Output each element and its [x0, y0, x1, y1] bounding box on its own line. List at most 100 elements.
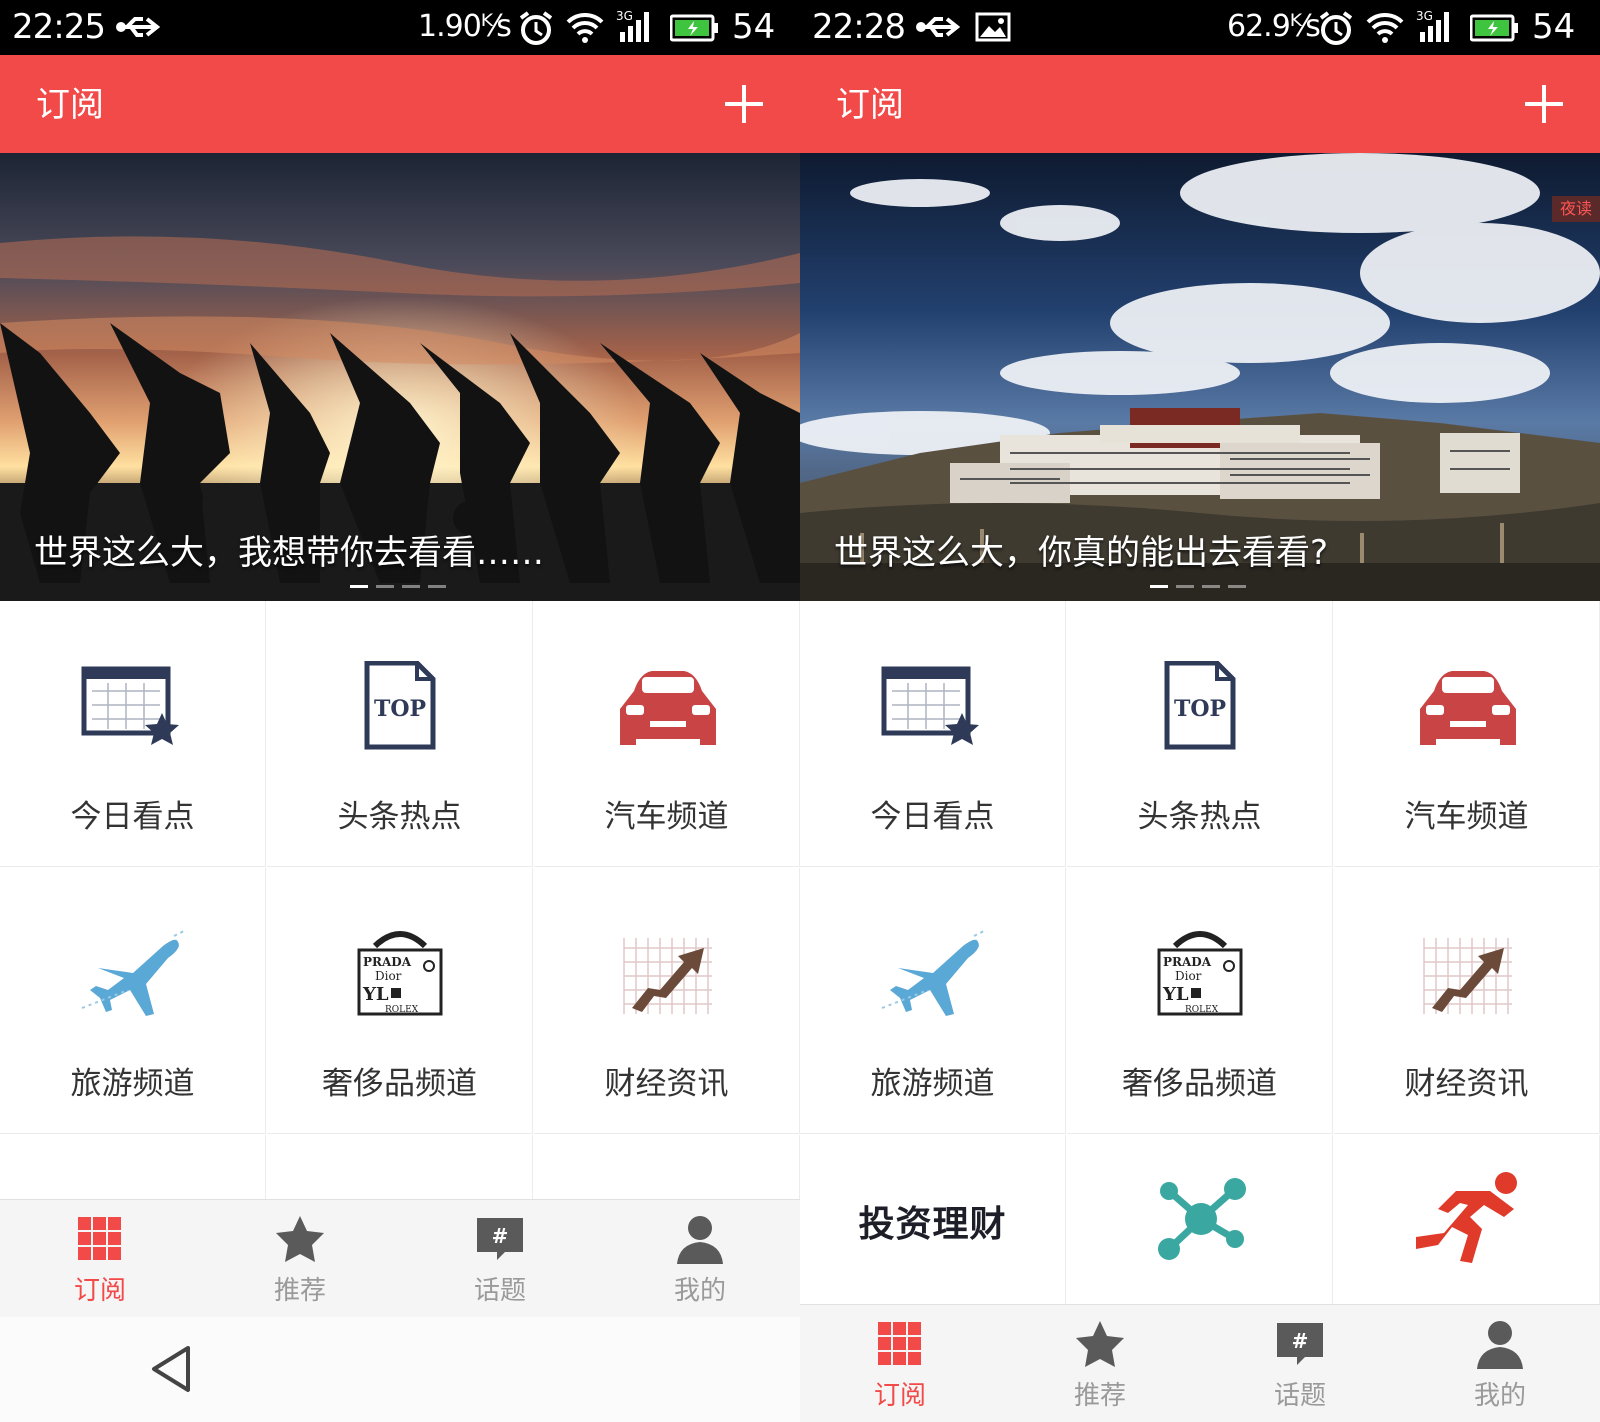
tile-luxury[interactable]: PRADA Dior YL ROLEX 奢侈品频道	[267, 868, 533, 1134]
tile-sports[interactable]	[1334, 1135, 1600, 1305]
star-icon	[276, 1216, 324, 1262]
banner-pager	[1150, 585, 1250, 589]
nav-recommend[interactable]: 推荐	[200, 1200, 400, 1318]
banner-caption: 世界这么大，我想带你去看看……	[34, 533, 544, 573]
plus-icon[interactable]	[1525, 85, 1563, 123]
tile-label: 汽车频道	[604, 799, 729, 835]
svg-text:ROLEX: ROLEX	[385, 1005, 419, 1015]
gallery-icon	[975, 12, 1011, 42]
page-title: 订阅	[36, 85, 104, 125]
car-icon	[1420, 671, 1516, 745]
screenshot-pair: 22:25 1.90ᴷ⁄s 3G 54 订阅 世界这么大，我想带你去看看…… 今…	[0, 0, 1600, 1422]
network-speed: 1.90ᴷ⁄s	[418, 9, 512, 44]
top-doc-icon: TOP	[1164, 661, 1236, 750]
calendar-star-icon	[81, 666, 179, 745]
svg-text:PRADA: PRADA	[363, 955, 412, 969]
calendar-star-icon	[881, 666, 979, 745]
pager-dot	[1150, 585, 1168, 588]
tile-auto[interactable]: 汽车频道	[534, 601, 800, 867]
phone-screen-right: 22:28 62.9ᴷ⁄s 3G 54 订阅 夜读 世界这么大，你真的能出去看看…	[800, 0, 1600, 1422]
hero-banner[interactable]: 世界这么大，我想带你去看看……	[0, 153, 800, 601]
grid-icon	[78, 1217, 121, 1260]
finance-arrow-icon	[1423, 938, 1512, 1014]
night-reading-badge[interactable]: 夜读	[1552, 196, 1600, 222]
alarm-icon	[1319, 11, 1353, 45]
pager-dot	[1176, 585, 1194, 588]
svg-text:#: #	[1292, 1329, 1309, 1353]
tile-investment[interactable]: 投资理财	[800, 1135, 1066, 1305]
runner-icon	[1416, 1172, 1517, 1263]
nav-subscribe[interactable]: 订阅	[0, 1200, 200, 1318]
tile-label: 旅游频道	[70, 1066, 195, 1102]
tile-auto[interactable]: 汽车频道	[1334, 601, 1600, 867]
tile-network[interactable]	[1067, 1135, 1333, 1305]
network-speed: 62.9ᴷ⁄s	[1227, 9, 1321, 44]
battery-level: 54	[732, 7, 776, 47]
svg-text:3G: 3G	[616, 9, 633, 23]
tile-label: 头条热点	[1137, 799, 1262, 835]
tile-row3-partial[interactable]	[267, 1135, 533, 1205]
tile-luxury[interactable]: PRADA Dior YL ROLEX 奢侈品频道	[1067, 868, 1333, 1134]
svg-text:Dior: Dior	[1175, 969, 1202, 983]
hero-banner[interactable]: 夜读 世界这么大，你真的能出去看看?	[800, 153, 1600, 601]
usb-icon	[916, 17, 961, 37]
bottom-nav: 订阅 推荐 # 话题 我的	[800, 1304, 1600, 1422]
system-nav-bar	[0, 1317, 800, 1422]
alarm-icon	[519, 11, 553, 45]
nav-topics[interactable]: # 话题	[400, 1200, 600, 1318]
grid-icon	[878, 1322, 921, 1365]
nav-label: 我的	[673, 1276, 726, 1306]
plus-icon[interactable]	[725, 85, 763, 123]
tile-finance[interactable]: 财经资讯	[534, 868, 800, 1134]
svg-text:ROLEX: ROLEX	[1185, 1005, 1219, 1015]
nav-me[interactable]: 我的	[600, 1200, 800, 1318]
tile-label: 奢侈品频道	[1122, 1066, 1277, 1102]
nav-label: 我的	[1473, 1381, 1526, 1411]
svg-text:YL: YL	[362, 984, 389, 1005]
battery-icon	[1470, 14, 1518, 42]
pager-dot	[402, 585, 420, 588]
tile-travel[interactable]: 旅游频道	[800, 868, 1066, 1134]
tile-row3-partial[interactable]	[534, 1135, 800, 1205]
wifi-icon	[566, 12, 604, 43]
luxury-brands-icon: PRADADiorYLROLEX	[1157, 931, 1243, 1016]
battery-level: 54	[1532, 7, 1576, 47]
tile-finance[interactable]: 财经资讯	[1334, 868, 1600, 1134]
back-icon[interactable]	[148, 1344, 194, 1394]
tile-travel[interactable]: 旅游频道	[0, 868, 266, 1134]
tile-headlines[interactable]: TOP 头条热点	[267, 601, 533, 867]
banner-caption: 世界这么大，你真的能出去看看?	[834, 533, 1329, 573]
svg-text:YL: YL	[1162, 984, 1189, 1005]
car-icon	[620, 671, 716, 745]
svg-text:TOP: TOP	[374, 696, 426, 722]
nav-label: 推荐	[1073, 1381, 1126, 1411]
nav-label: 订阅	[873, 1381, 926, 1411]
tile-label: 头条热点	[337, 799, 462, 835]
banner-pager	[350, 585, 450, 589]
pager-dot	[350, 585, 368, 588]
signal-3g-icon: 3G	[1416, 9, 1449, 42]
tile-label: 财经资讯	[604, 1066, 729, 1102]
page-title: 订阅	[836, 85, 904, 125]
signal-3g-icon: 3G	[616, 9, 649, 42]
nav-topics[interactable]: # 话题	[1200, 1305, 1400, 1422]
tile-row3-partial[interactable]	[0, 1135, 266, 1205]
tile-headlines[interactable]: TOP 头条热点	[1067, 601, 1333, 867]
wifi-icon	[1366, 12, 1404, 43]
svg-text:TOP: TOP	[1174, 696, 1226, 722]
nav-label: 订阅	[73, 1276, 126, 1306]
nav-subscribe[interactable]: 订阅	[800, 1305, 1000, 1422]
tile-label: 旅游频道	[870, 1066, 995, 1102]
pager-dot	[1228, 585, 1246, 588]
svg-text:PRADA: PRADA	[1163, 955, 1212, 969]
nav-recommend[interactable]: 推荐	[1000, 1305, 1200, 1422]
tile-today[interactable]: 今日看点	[800, 601, 1066, 867]
nav-me[interactable]: 我的	[1400, 1305, 1600, 1422]
nav-label: 话题	[473, 1276, 526, 1306]
status-bar: 22:25 1.90ᴷ⁄s 3G 54	[0, 0, 800, 55]
phone-screen-left: 22:25 1.90ᴷ⁄s 3G 54 订阅 世界这么大，我想带你去看看…… 今…	[0, 0, 800, 1422]
tile-today[interactable]: 今日看点	[0, 601, 266, 867]
nav-label: 话题	[1273, 1381, 1326, 1411]
status-time: 22:25	[12, 7, 106, 47]
airplane-icon	[81, 929, 187, 1016]
